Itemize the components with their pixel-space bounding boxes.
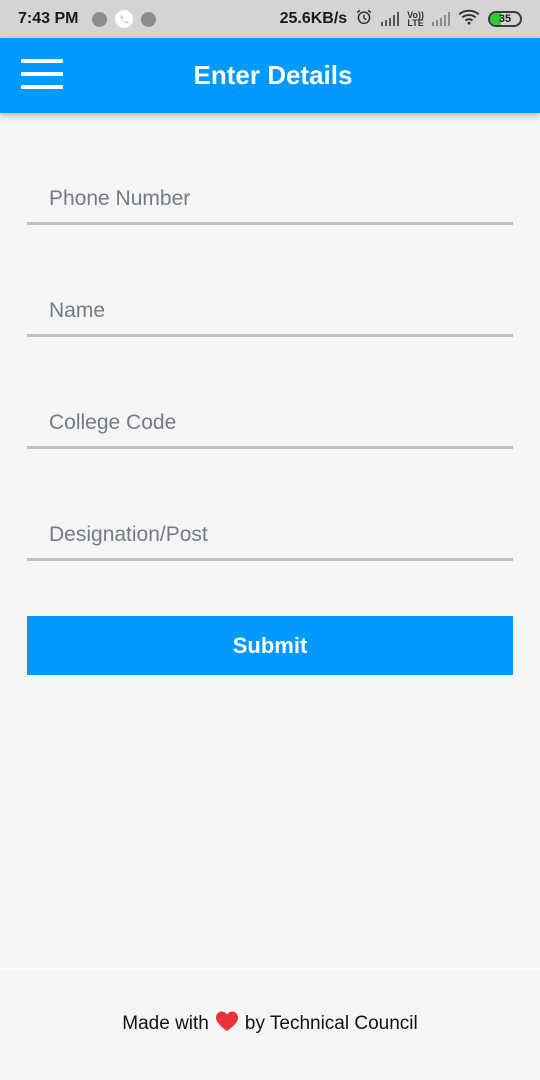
name-input[interactable]	[27, 277, 513, 337]
footer: Made with by Technical Council	[0, 968, 540, 1080]
phone-call-icon	[115, 10, 134, 28]
alarm-icon	[355, 8, 373, 31]
battery-level: 35	[498, 13, 512, 25]
heart-icon	[215, 1010, 239, 1038]
signal-strength-icon	[381, 12, 400, 26]
status-bar-right: 25.6KB/s Vo)) LTE 35	[280, 8, 522, 31]
page-title: Enter Details	[193, 60, 353, 90]
battery-icon: 35	[488, 11, 522, 27]
status-time: 7:43 PM	[18, 10, 79, 27]
college-code-input[interactable]	[27, 389, 513, 449]
notification-dot-icon	[141, 11, 157, 27]
footer-suffix: by Technical Council	[244, 1013, 418, 1034]
status-bar-left: 7:43 PM	[18, 10, 157, 28]
signal-strength-secondary-icon	[432, 12, 450, 26]
app-bar: Enter Details	[0, 38, 540, 113]
designation-input[interactable]	[27, 501, 513, 561]
volte-icon: Vo)) LTE	[407, 11, 424, 28]
footer-prefix: Made with	[122, 1013, 209, 1034]
notification-dot-icon	[92, 11, 108, 27]
network-speed: 25.6KB/s	[279, 10, 348, 27]
wifi-icon	[458, 9, 480, 30]
phone-number-input[interactable]	[27, 165, 513, 225]
volte-bottom-label: LTE	[407, 18, 424, 28]
submit-button[interactable]: Submit	[27, 616, 513, 675]
status-bar: 7:43 PM 25.6KB/s Vo)) LTE 35	[0, 0, 540, 38]
